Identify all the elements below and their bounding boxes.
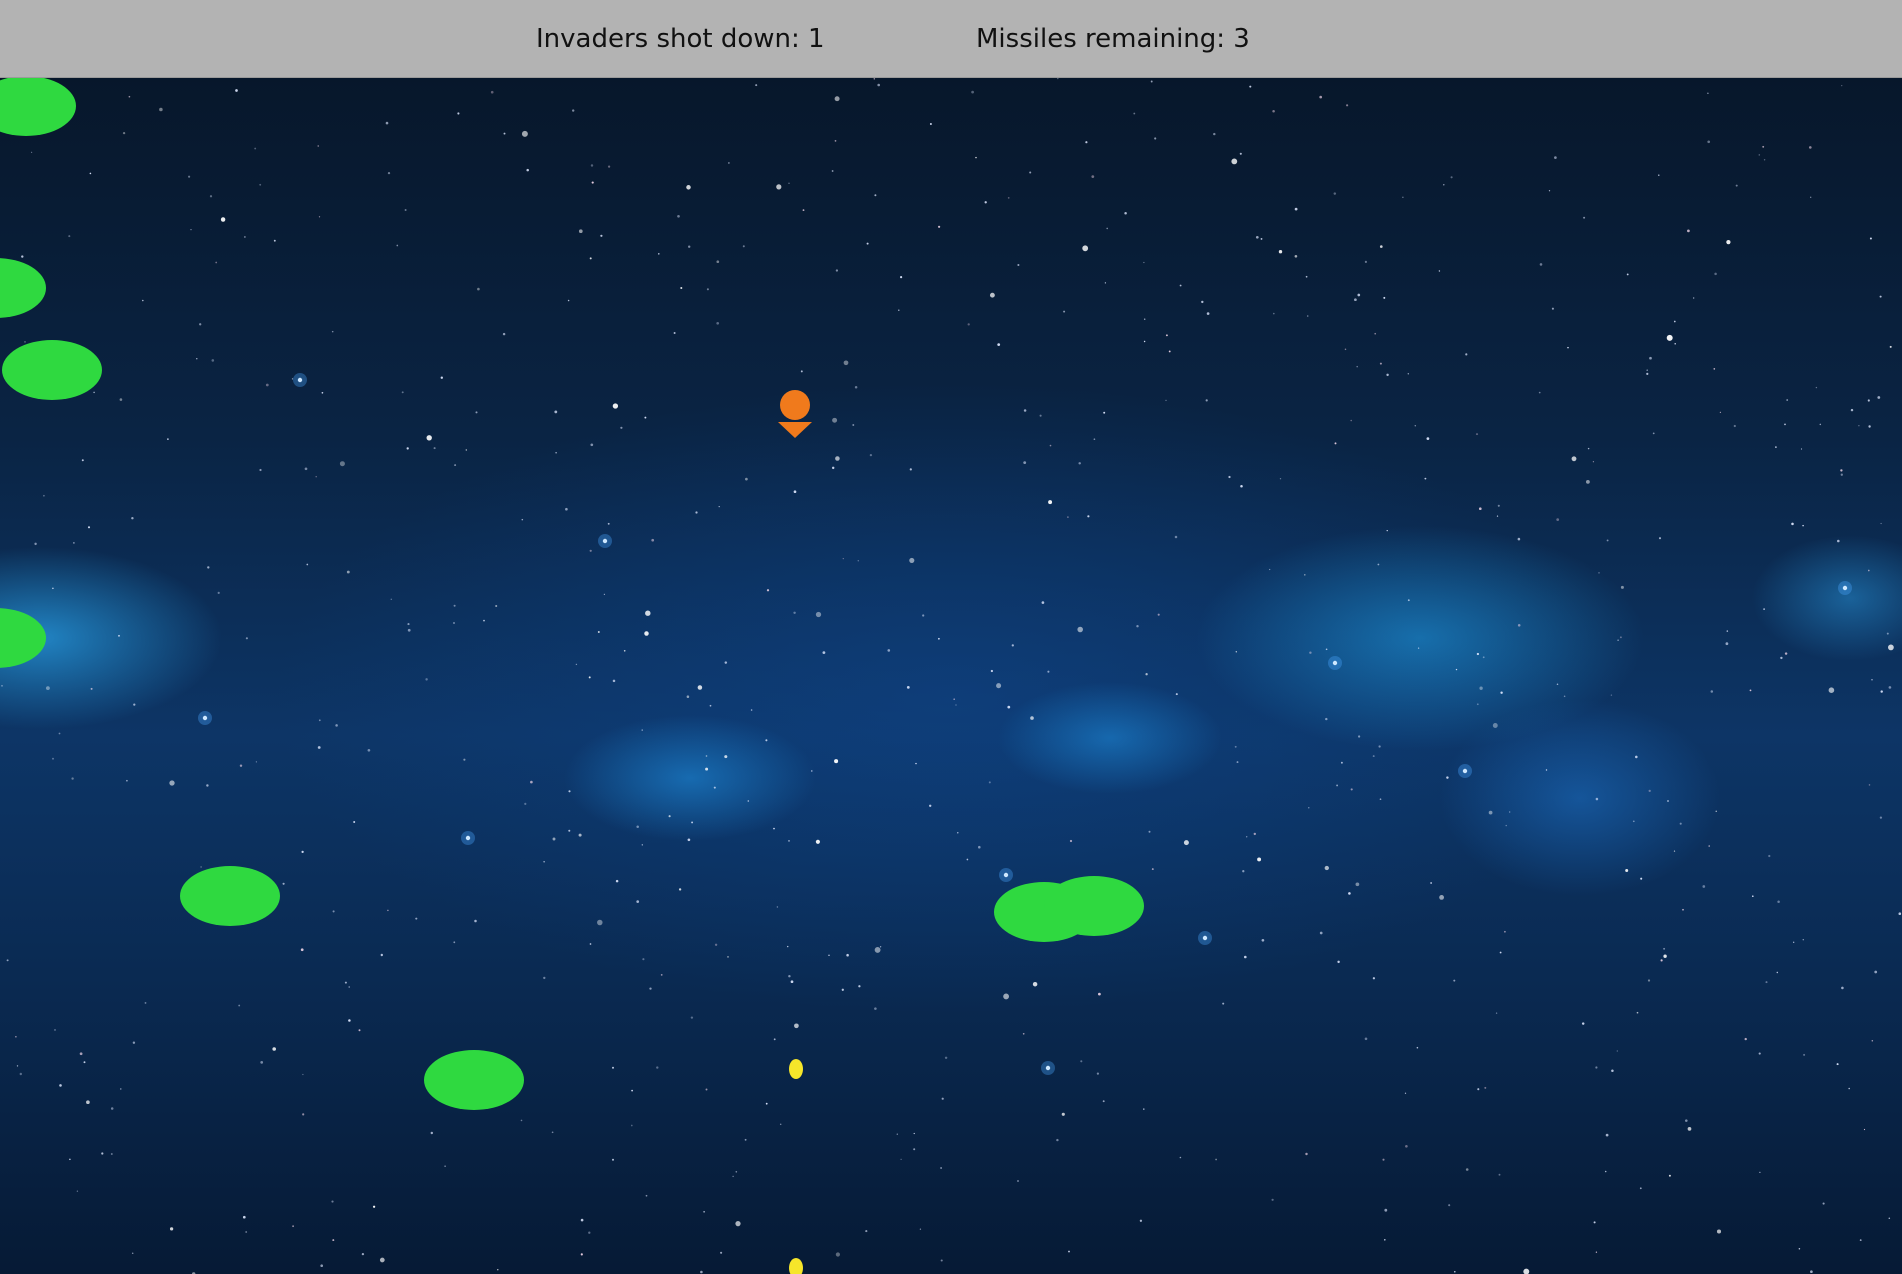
player-ship-body — [780, 390, 810, 420]
game-window: Invaders shot down: 1 Missiles remaining… — [0, 0, 1902, 1274]
score-bar: Invaders shot down: 1 Missiles remaining… — [0, 0, 1902, 78]
missile — [789, 1258, 803, 1274]
invader — [2, 340, 102, 400]
missile — [789, 1059, 803, 1079]
player-ship[interactable] — [777, 390, 813, 440]
invader — [424, 1050, 524, 1110]
missiles-remaining-counter: Missiles remaining: 3 — [976, 24, 1250, 54]
player-ship-arrow-icon — [778, 422, 812, 438]
invader — [180, 866, 280, 926]
invader — [1044, 876, 1144, 936]
invaders-shot-down-counter: Invaders shot down: 1 — [536, 24, 825, 54]
game-field[interactable] — [0, 78, 1902, 1274]
starfield-background — [1, 78, 1902, 1274]
